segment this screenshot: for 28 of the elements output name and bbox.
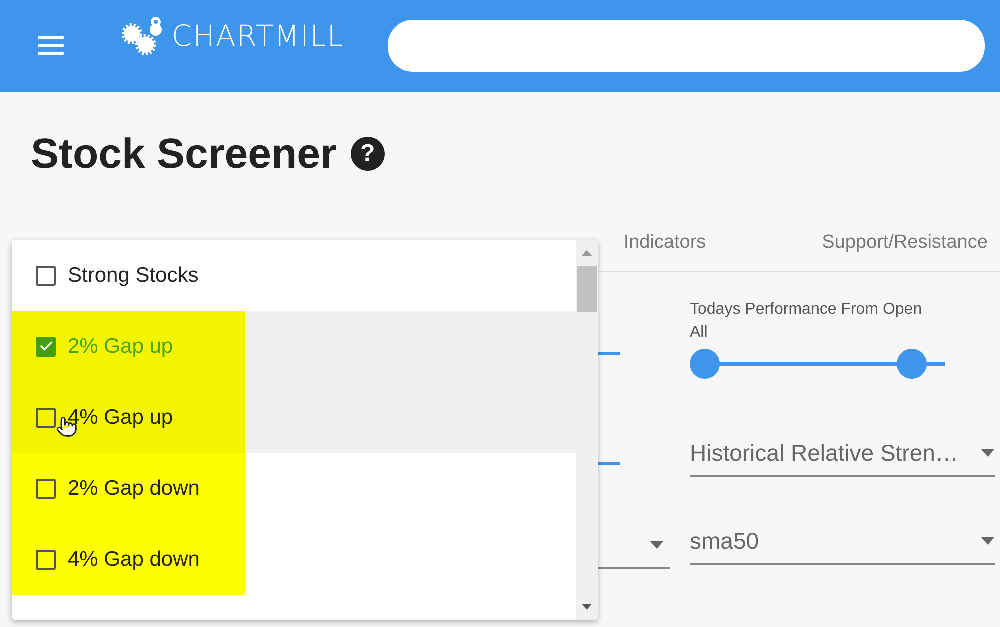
caret-icon [650,541,664,549]
logo-text: CHARTMILL [172,19,344,53]
scrollbar[interactable] [576,240,598,620]
menu-item[interactable]: Strong Stocks [12,240,576,311]
slider-thumb[interactable] [897,349,927,379]
range-slider[interactable] [690,349,945,379]
page-title: Stock Screener [31,130,337,178]
checkbox[interactable] [36,336,56,356]
checkbox[interactable] [36,478,56,498]
slider-thumb[interactable] [690,349,720,379]
caret-icon [981,537,995,545]
menu-icon[interactable] [38,35,64,57]
tab[interactable]: Support/Resistance [822,216,988,254]
scroll-down-icon[interactable] [582,604,592,610]
checkbox[interactable] [36,266,56,286]
scroll-up-icon[interactable] [582,250,592,256]
search-field[interactable] [388,20,985,72]
slider-label: Todays Performance From Open [690,300,924,320]
checkbox[interactable] [36,550,56,570]
tab[interactable]: Indicators [624,216,706,254]
checkbox[interactable] [36,408,56,428]
caret-icon [981,449,995,457]
help-icon[interactable]: ? [350,137,385,171]
slider-value: All [690,323,709,343]
scrollbar-thumb[interactable] [577,266,597,312]
menu-item[interactable]: 4% Gap up [12,382,576,453]
select-field[interactable]: Historical Relative Stren… [690,431,995,477]
select-field[interactable]: sma50 [690,519,995,565]
